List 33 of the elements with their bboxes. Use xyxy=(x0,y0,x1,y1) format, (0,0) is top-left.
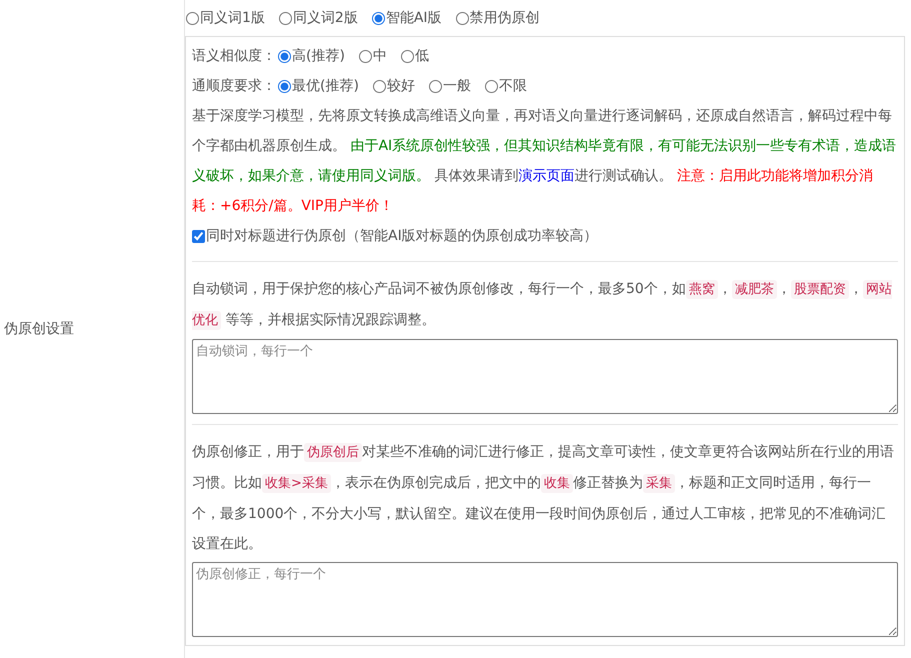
radio-button[interactable] xyxy=(372,80,386,92)
radio-label[interactable]: 同义词2版 xyxy=(292,9,358,27)
description-text: 基于深度学习模型，先将原文转换成高维语义向量，再对语义向量进行逐词解码，还原成自然语言，解码过程中每个字都由机器原创生成。 由于AI系统原创性较强，但其知识结构毕竟有限，有可能无法识别一些专有术语，造成语义破坏，如果介意，请使用同义词版。 具体效果请到演示页面进行测试确认。 注意：启用此功能将增加积分消耗：+6积分/篇。VIP用户半价！ xyxy=(192,107,898,216)
checkbox-label[interactable]: 同时对标题进行伪原创（智能AI版对标题的伪原创成功率较高） xyxy=(206,227,598,245)
setting-label: 伪原创设置 xyxy=(4,320,74,338)
radio-button[interactable] xyxy=(278,80,291,92)
text-area[interactable]: 伪原创修正，每行一个 xyxy=(192,562,898,637)
text-area[interactable]: 自动锁词，每行一个 xyxy=(192,339,898,414)
radio-label[interactable]: 最优(推荐) xyxy=(292,77,359,95)
radio-button[interactable] xyxy=(428,80,442,92)
radio-label[interactable]: 同义词1版 xyxy=(200,9,265,27)
radio-label[interactable]: 一般 xyxy=(442,77,471,95)
demo-page-link[interactable]: 演示页面 xyxy=(518,168,574,184)
radio-button[interactable] xyxy=(278,50,291,62)
radio-button[interactable] xyxy=(400,50,414,62)
radio-button[interactable] xyxy=(484,80,498,92)
radio-button[interactable] xyxy=(456,12,469,24)
description-text: 自动锁词，用于保护您的核心产品词不被伪原创修改，每行一个，最多50个，如 燕窝 ， 减肥茶 ， 股票配资 ， 网站优化 等等，并根据实际情况跟踪调整。 xyxy=(192,279,893,332)
radio-label[interactable]: 禁用伪原创 xyxy=(470,9,540,27)
checkbox[interactable] xyxy=(192,230,205,242)
radio-label[interactable]: 较好 xyxy=(386,77,415,95)
description-text: 伪原创修正，用于 伪原创后 对某些不准确的词汇进行修正，提高文章可读性，使文章更符合该网站所在行业的用语习惯。比如 收集>采集 ，表示在伪原创完成后，把文中的 收集 修正替换为 采集 ，标题和正文同时适用，每行一个，最多1000个，不分大小写，默认留空。建议在使用一段时间伪原创后，通过人工审核，把常见的不准确词汇设置在此。 xyxy=(192,442,895,554)
radio-label[interactable]: 不限 xyxy=(498,77,527,95)
option-label: 语义相似度： xyxy=(192,47,276,65)
radio-label[interactable]: 低 xyxy=(414,47,429,65)
radio-button[interactable] xyxy=(358,50,372,62)
radio-button[interactable] xyxy=(278,12,292,24)
radio-button[interactable] xyxy=(372,12,385,24)
radio-label[interactable]: 中 xyxy=(372,47,387,65)
radio-button[interactable] xyxy=(186,12,199,24)
radio-label[interactable]: 智能AI版 xyxy=(386,9,442,27)
radio-label[interactable]: 高(推荐) xyxy=(292,47,345,65)
option-label: 通顺度要求： xyxy=(192,77,276,95)
